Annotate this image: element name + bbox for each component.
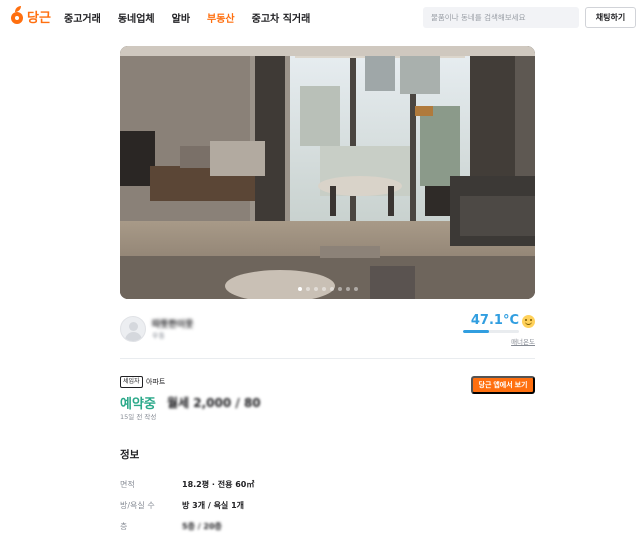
info-value: 18.2평 · 전용 60㎡ [182,480,255,489]
divider [120,358,535,359]
top-header: 당근 중고거래 동네업체 알바 부동산 중고차 직거래 채팅하기 [0,0,640,36]
price: 월세 2,000 / 80 [167,396,261,410]
carousel-dot[interactable] [305,287,310,291]
search-input[interactable] [431,13,579,22]
room-photo [120,46,535,299]
chat-button[interactable]: 채팅하기 [585,7,636,28]
search-box [423,7,579,28]
carousel-dot[interactable] [337,287,342,291]
seller-region: 우동 [152,332,165,340]
info-value: 방 3개 / 욕실 1개 [182,501,244,510]
posted-time: 15일 전 작성 [120,413,157,421]
avatar[interactable] [120,316,146,342]
seller-name[interactable]: 따뜻한이웃 [152,317,193,330]
info-label: 방/욕실 수 [120,501,155,510]
listing-photo-carousel[interactable] [120,46,535,299]
seller-profile[interactable]: 따뜻한이웃 우동 47.1°C 매너온도 [120,312,535,358]
info-label: 면적 [120,480,135,489]
info-section-title: 정보 [120,449,140,461]
carrot-logo-icon [10,6,24,26]
open-in-app-button[interactable]: 당근 앱에서 보기 [471,376,535,394]
carousel-dot[interactable] [321,287,326,291]
main-nav: 중고거래 동네업체 알바 부동산 중고차 직거래 [64,10,327,25]
carousel-dot[interactable] [313,287,318,291]
status-badge: 예약중 [120,397,156,412]
logo-text: 당근 [27,10,51,26]
info-row-area: 면적 18.2평 · 전용 60㎡ [120,479,535,493]
nav-item-used-cars[interactable]: 중고차 직거래 [252,10,311,25]
info-row-floor: 층 5층 / 20층 [120,521,535,535]
nav-item-used-goods[interactable]: 중고거래 [64,10,101,25]
carousel-dot[interactable] [353,287,358,291]
manner-label[interactable]: 매너온도 [511,336,535,346]
manner-bar-fill [463,330,490,333]
manner-bar [463,330,519,333]
carousel-dot[interactable] [297,287,302,291]
carousel-dot[interactable] [345,287,350,291]
manner-temp-value: 47.1°C [470,313,519,328]
listing-summary: 세입자 아파트 당근 앱에서 보기 예약중 월세 2,000 / 80 15일 … [120,374,535,434]
info-row-rooms: 방/욕실 수 방 3개 / 욕실 1개 [120,500,535,514]
logo[interactable]: 당근 [10,6,51,26]
carousel-dots [120,287,535,291]
smile-face-icon [522,315,535,328]
owner-badge: 세입자 [120,376,143,388]
manner-temperature: 47.1°C 매너온도 [455,312,535,352]
carousel-dot[interactable] [329,287,334,291]
nav-item-local-business[interactable]: 동네업체 [118,10,155,25]
nav-item-real-estate[interactable]: 부동산 [207,10,235,25]
info-label: 층 [120,522,128,531]
info-value: 5층 / 20층 [182,522,222,531]
property-type: 아파트 [146,378,166,386]
nav-item-jobs[interactable]: 알바 [172,10,190,25]
